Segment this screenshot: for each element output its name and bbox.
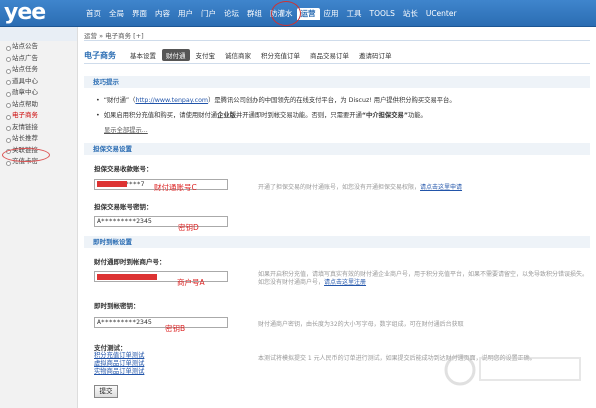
divider (84, 40, 590, 41)
sidebar-header (0, 27, 77, 41)
annotation-key-d: 密钥D (178, 223, 199, 232)
tip-text: 如果启用积分充值和购买，请使用财付通 (103, 112, 218, 119)
tip-text: “财付通”（ (103, 97, 136, 104)
help-text: 如果开启积分充值，请填写真实有效的财付通企业商户号，用于积分充值平台，如果不需要… (258, 271, 589, 278)
tip-bold: 企业版 (217, 112, 236, 119)
nav-item[interactable]: 全局 (105, 8, 128, 20)
nav-item[interactable]: 工具 (343, 8, 366, 20)
payment-test-links: 积分充值订单测试 虚拟商品订单测试 实物商品订单测试 (94, 352, 144, 376)
breadcrumb: 运营 » 电子商务 [+] (84, 32, 144, 40)
tab-bar: 电子商务 基本设置 财付通 支付宝 诚信商家 积分充值订单 商品交易订单 邀请码订单 (84, 49, 398, 61)
annotation-merchant-a: 商户号A (177, 278, 205, 287)
tip-text: 并开通即时到帐交易功能。否则，只需要开通 (235, 112, 362, 119)
watermark-logo (444, 354, 581, 386)
test-link-virtual[interactable]: 虚拟商品订单测试 (94, 360, 144, 368)
nav-item[interactable]: 首页 (82, 8, 105, 20)
sidebar: 站点公告 站点广告 站点任务 道具中心 勋章中心 站点帮助 电子商务 友情链接 站长推荐 关联链接… (0, 27, 78, 408)
test-link-credits[interactable]: 积分充值订单测试 (94, 352, 144, 360)
nav-item[interactable]: UCenter (422, 8, 461, 20)
redaction-bar (97, 181, 127, 187)
tip-line-2: • 如果启用积分充值和购买，请使用财付通企业版并开通即时到帐交易功能。否则，只需… (96, 112, 427, 119)
annotation-key-b: 密钥B (165, 324, 186, 333)
test-link-physical[interactable]: 实物商品订单测试 (94, 368, 144, 376)
top-navigation-bar: yee 首页 全局 界面 内容 用户 门户 论坛 群组 防灌水 运营 应用 工具 TOOLS 站长 UCen… (0, 0, 596, 27)
page-title: 电子商务 (84, 50, 116, 60)
nav-item[interactable]: 论坛 (220, 8, 243, 20)
sidebar-item[interactable]: 站点帮助 (0, 99, 77, 111)
sidebar-item[interactable]: 站点广告 (0, 53, 77, 65)
tip-bold: 中介担保交易 (366, 112, 404, 119)
tab-item[interactable]: 财付通 (162, 49, 190, 61)
show-all-tips-link[interactable]: 显示全部提示... (104, 125, 148, 134)
tip-text: 功能。 (407, 112, 427, 119)
register-merchant-link[interactable]: 请点击这里注册 (324, 279, 366, 286)
nav-item[interactable]: 内容 (151, 8, 174, 20)
sidebar-item[interactable]: 站点公告 (0, 41, 77, 53)
sidebar-item[interactable]: 电子商务 (0, 110, 77, 122)
nav-item[interactable]: TOOLS (366, 8, 399, 20)
tab-item[interactable]: 积分充值订单 (257, 49, 304, 61)
divider (84, 63, 590, 64)
redaction-bar (97, 274, 157, 280)
tab-item[interactable]: 基本设置 (126, 49, 160, 61)
help-text: 开通了担保交易的财付通账号，如您没有开通担保交易权限， (258, 184, 421, 191)
nav-item[interactable]: 门户 (197, 8, 220, 20)
instant-heading: 即时到帐设置 (84, 236, 590, 248)
nav-item[interactable]: 站长 (399, 8, 422, 20)
tab-item[interactable]: 诚信商家 (221, 49, 255, 61)
sidebar-item[interactable]: 站长推荐 (0, 133, 77, 145)
escrow-heading: 担保交易设置 (84, 143, 590, 155)
tab-item[interactable]: 邀请码订单 (355, 49, 396, 61)
merchant-help: 如果开启积分充值，请填写真实有效的财付通企业商户号，用于积分充值平台，如果不需要… (258, 271, 588, 287)
tenpay-link[interactable]: http://www.tenpay.com (135, 97, 208, 104)
nav-item[interactable]: 应用 (320, 8, 343, 20)
tab-item[interactable]: 支付宝 (192, 49, 220, 61)
tip-text: ）是腾讯公司创办的中国领先的在线支付平台，为 Discuz! 用户提供积分购买交… (208, 97, 456, 104)
instant-key-label: 即时到帐密钥： (94, 302, 140, 310)
merchant-id-label: 财付通即时到帐商户号： (94, 258, 166, 266)
escrow-key-input[interactable]: A*********2345 (94, 216, 228, 227)
tab-item[interactable]: 商品交易订单 (306, 49, 353, 61)
payment-test-label: 支付测试： (94, 344, 127, 352)
apply-escrow-link[interactable]: 请点击这里申请 (420, 184, 462, 191)
escrow-account-label: 担保交易收款账号： (94, 165, 153, 173)
annotation-account-c: 财付通账号C (154, 183, 197, 192)
escrow-account-help: 开通了担保交易的财付通账号，如您没有开通担保交易权限，请点击这里申请 (258, 182, 462, 191)
submit-button[interactable]: 提交 (94, 385, 118, 398)
escrow-key-label: 担保交易账号密钥： (94, 203, 153, 211)
tips-heading: 技巧提示 (84, 76, 590, 88)
sidebar-item[interactable]: 友情链接 (0, 122, 77, 134)
highlight-circle-nav (271, 1, 301, 26)
help-text: 如您没有财付通商户号， (258, 279, 325, 286)
nav-item[interactable]: 群组 (243, 8, 266, 20)
sidebar-item[interactable]: 勋章中心 (0, 87, 77, 99)
instant-key-help: 财付通商户密钥，由长度为32的大小写字母，数字组成，可在财付通后台获取 (258, 321, 464, 328)
tip-line-1: • “财付通”（http://www.tenpay.com）是腾讯公司创办的中国… (96, 97, 456, 104)
highlight-circle-sidebar (2, 148, 50, 162)
nav-item[interactable]: 用户 (174, 8, 197, 20)
site-logo[interactable]: yee (4, 2, 76, 25)
sidebar-item[interactable]: 站点任务 (0, 64, 77, 76)
nav-item[interactable]: 界面 (128, 8, 151, 20)
sidebar-item[interactable]: 道具中心 (0, 76, 77, 88)
instant-key-input[interactable]: A*********2345 (94, 317, 228, 328)
